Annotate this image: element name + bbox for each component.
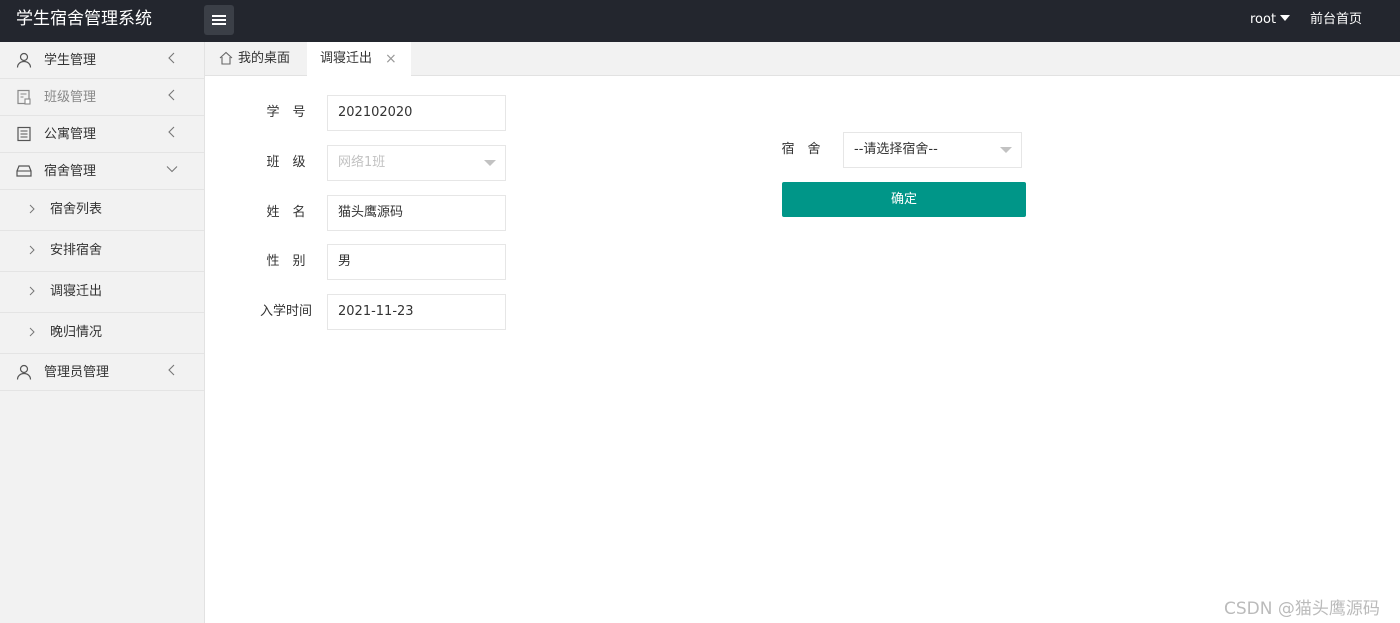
sidebar-item-label: 公寓管理: [44, 127, 97, 142]
name-label: 姓 名: [266, 205, 306, 220]
sidebar-item-label: 管理员管理: [44, 365, 110, 380]
close-icon[interactable]: ×: [385, 42, 397, 76]
tab-label: 调寝迁出: [320, 51, 373, 66]
sidebar-item-students[interactable]: 学生管理: [0, 42, 204, 79]
caret-down-icon: [1280, 15, 1291, 21]
dropdown-arrow-icon: [484, 160, 496, 166]
sidebar-item-label: 班级管理: [44, 90, 97, 105]
sidebar-subitem-label: 宿舍列表: [50, 202, 103, 217]
student-id-label: 学 号: [266, 105, 306, 120]
user-name: root: [1250, 12, 1277, 27]
home-icon: [219, 51, 233, 65]
chevron-down-icon: [166, 166, 178, 173]
sidebar-subitem-label: 晚归情况: [50, 325, 103, 340]
sidebar-item-label: 宿舍管理: [44, 164, 97, 179]
front-home-link[interactable]: 前台首页: [1310, 0, 1362, 42]
sidebar-item-label: 学生管理: [44, 53, 97, 68]
sidebar-subitem-late-return[interactable]: 晚归情况: [0, 313, 204, 354]
chevron-left-icon: [168, 52, 175, 64]
top-header: 学生宿舍管理系统 root 前台首页: [0, 0, 1400, 42]
chevron-right-icon: [29, 204, 35, 214]
sidebar: 学生管理 班级管理 公寓管理 宿舍管理 宿舍列表 安排宿舍 调寝迁出 晚归情况 …: [0, 42, 205, 623]
dropdown-arrow-icon: [1000, 147, 1012, 153]
sidebar-item-apartments[interactable]: 公寓管理: [0, 116, 204, 153]
chevron-right-icon: [29, 286, 35, 296]
chevron-right-icon: [29, 245, 35, 255]
dorm-select[interactable]: --请选择宿舍--: [843, 132, 1022, 168]
sidebar-subitem-label: 调寝迁出: [50, 284, 103, 299]
gender-field[interactable]: 男: [327, 244, 506, 280]
sidebar-item-dorms[interactable]: 宿舍管理: [0, 153, 204, 190]
sidebar-subitem-transfer-out[interactable]: 调寝迁出: [0, 272, 204, 313]
dorm-label: 宿 舍: [781, 142, 821, 157]
menu-toggle-button[interactable]: [204, 5, 234, 35]
user-menu[interactable]: root: [1250, 0, 1291, 42]
menu-icon: [212, 15, 226, 17]
tab-label: 我的桌面: [238, 51, 291, 66]
confirm-button[interactable]: 确定: [782, 182, 1026, 217]
sidebar-subitem-arrange-dorm[interactable]: 安排宿舍: [0, 231, 204, 272]
tab-transfer-out[interactable]: 调寝迁出 ×: [307, 42, 411, 77]
class-select[interactable]: 网络1班: [327, 145, 506, 181]
name-field[interactable]: 猫头鹰源码: [327, 195, 506, 231]
chevron-left-icon: [168, 126, 175, 138]
sidebar-item-admins[interactable]: 管理员管理: [0, 354, 204, 391]
user-icon: [16, 52, 32, 68]
apartment-icon: [17, 126, 31, 142]
admin-icon: [16, 364, 32, 380]
sidebar-subitem-label: 安排宿舍: [50, 243, 103, 258]
enroll-date-label: 入学时间: [259, 304, 312, 319]
sidebar-item-classes[interactable]: 班级管理: [0, 79, 204, 116]
student-id-field[interactable]: 202102020: [327, 95, 506, 131]
chevron-left-icon: [168, 89, 175, 101]
app-title: 学生宿舍管理系统: [16, 9, 152, 29]
class-label: 班 级: [266, 155, 306, 170]
watermark: CSDN @猫头鹰源码: [1224, 599, 1380, 619]
class-icon: [17, 89, 31, 105]
menu-icon-bar: [212, 23, 226, 25]
tab-my-desktop[interactable]: 我的桌面: [205, 42, 307, 76]
chevron-right-icon: [29, 327, 35, 337]
sidebar-subitem-dorm-list[interactable]: 宿舍列表: [0, 190, 204, 231]
gender-label: 性 别: [266, 254, 306, 269]
chevron-left-icon: [168, 364, 175, 376]
bed-icon: [16, 165, 32, 177]
menu-icon-bar: [212, 19, 226, 21]
tab-bar: 我的桌面 调寝迁出 ×: [205, 42, 1400, 77]
enroll-date-field[interactable]: 2021-11-23: [327, 294, 506, 330]
